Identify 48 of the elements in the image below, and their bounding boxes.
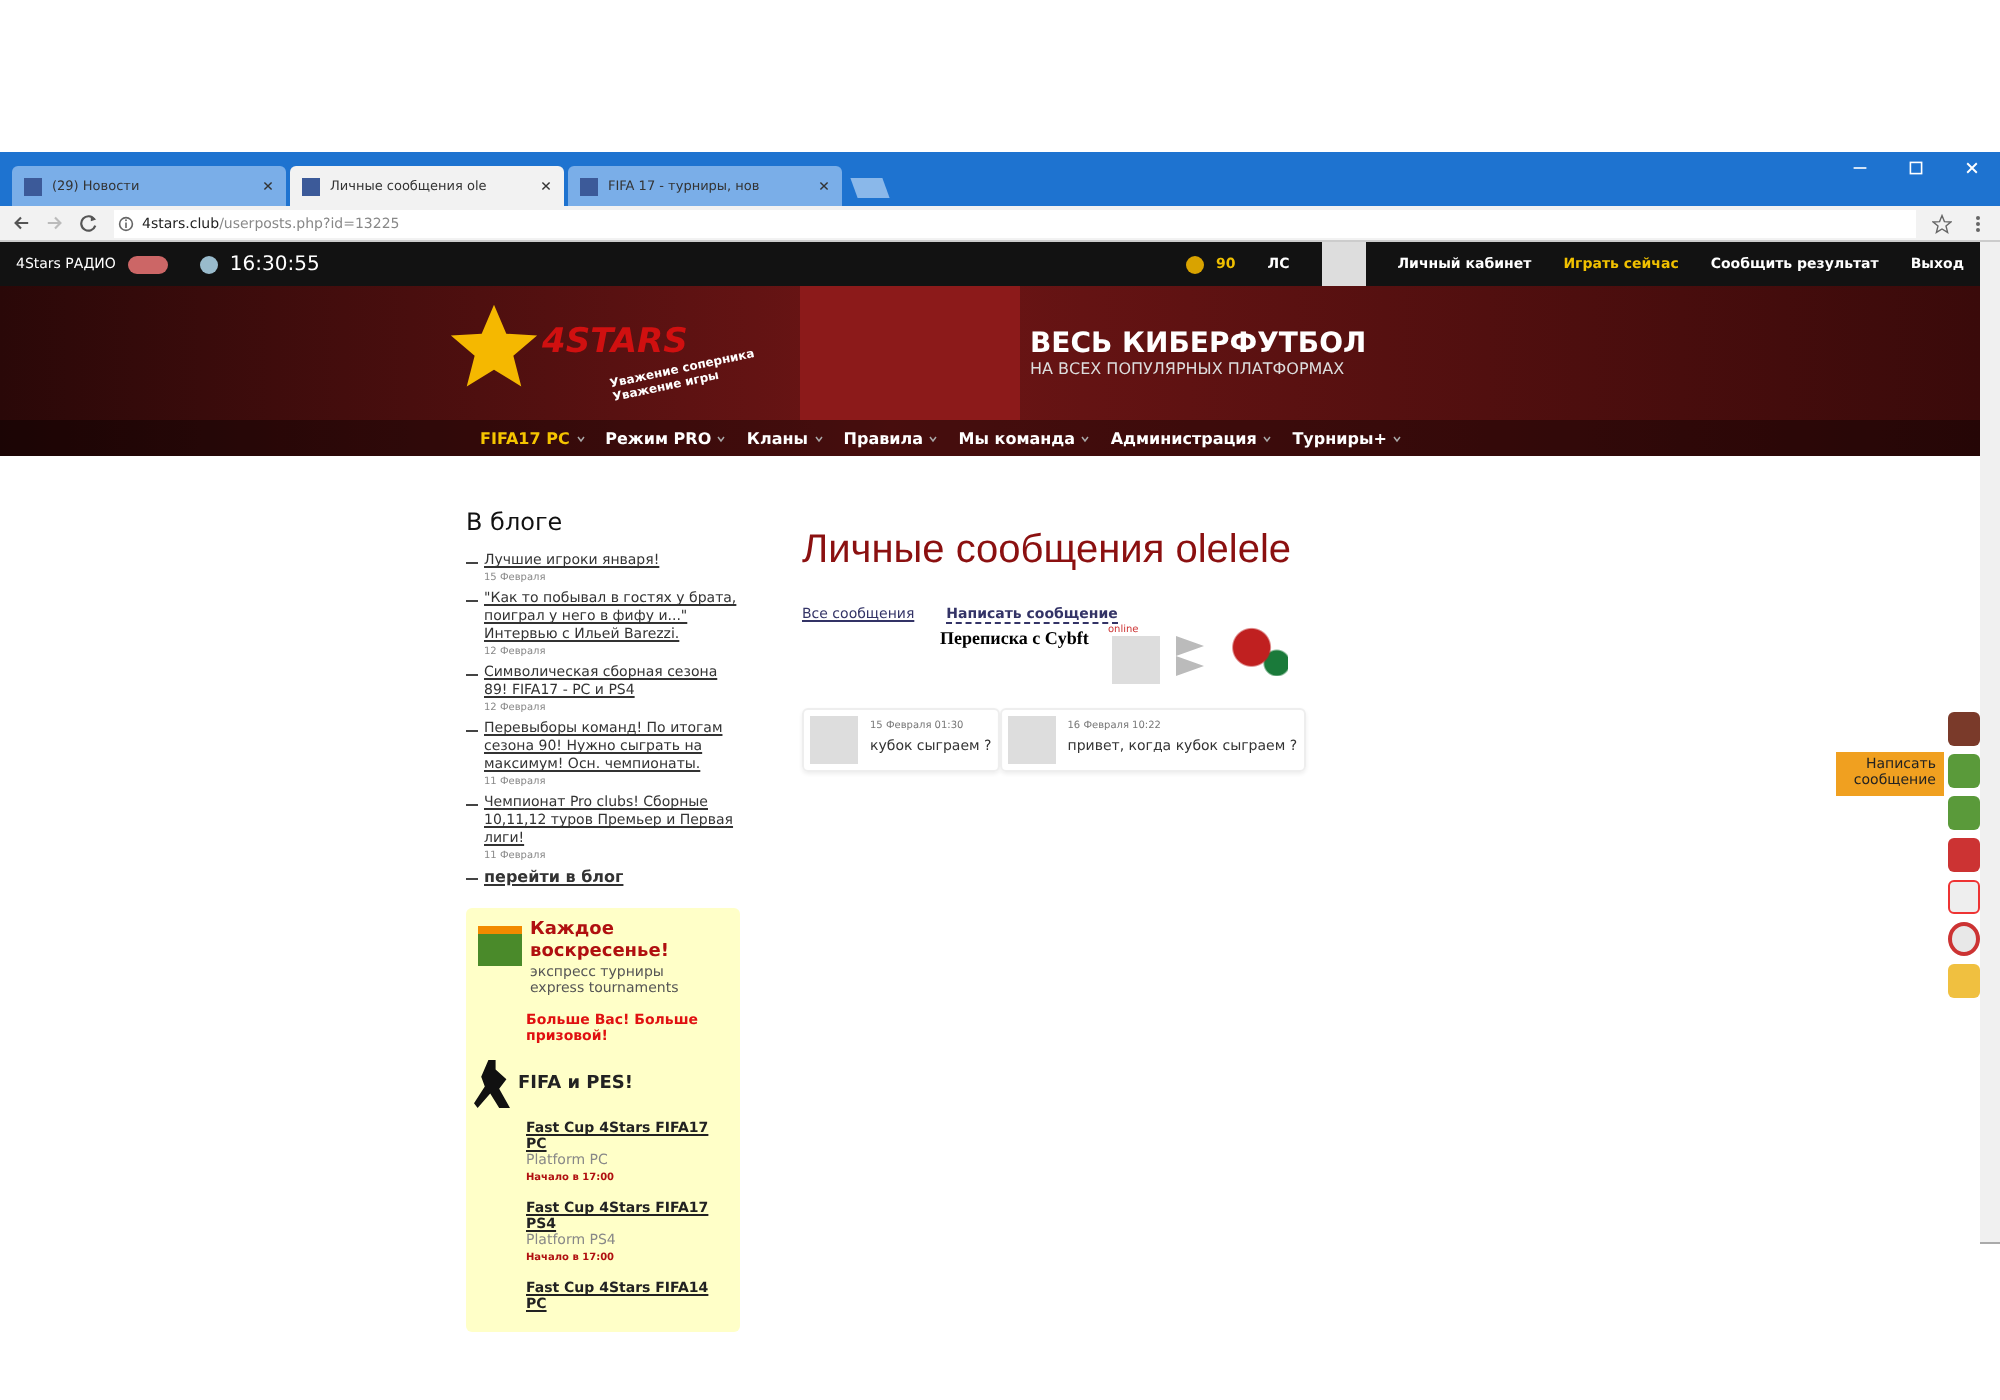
blog-heading: В блоге (466, 508, 565, 536)
promo-section-title: FIFA и PES! (518, 1074, 633, 1094)
close-icon[interactable] (818, 180, 830, 192)
dash-icon (466, 674, 478, 676)
coin-icon (1186, 255, 1205, 273)
dash-icon (466, 878, 478, 880)
blog-link[interactable]: перейти в блог (484, 868, 624, 886)
dash-icon (466, 804, 478, 806)
close-icon[interactable] (540, 180, 552, 192)
avatar-icon[interactable] (1321, 242, 1366, 286)
caret-icon (716, 433, 727, 444)
maximize-icon[interactable] (1908, 160, 1924, 176)
clock-time: 16:30:55 (229, 253, 320, 275)
scrollbar[interactable] (1980, 242, 2000, 1242)
nav-menu-item[interactable]: Турниры+ (1292, 429, 1403, 447)
logo-text: 4STARS (542, 321, 688, 361)
caret-icon (1080, 433, 1091, 444)
caret-icon (575, 433, 586, 444)
promo-heading: Каждое воскресенье! (530, 920, 671, 964)
nav-menu-item[interactable]: FIFA17 PC (480, 429, 586, 447)
caret-icon (928, 433, 939, 444)
avatar-icon (1007, 716, 1056, 764)
nav-menu-item[interactable]: Режим PRO (605, 429, 727, 447)
favicon-icon (24, 177, 42, 195)
dash-icon (466, 562, 478, 564)
caret-icon (1392, 433, 1403, 444)
close-icon[interactable] (262, 180, 274, 192)
nav-menu-item[interactable]: Мы команда (958, 429, 1091, 447)
nav-menu-item[interactable]: Администрация (1110, 429, 1273, 447)
swap-arrows-icon (1176, 636, 1204, 676)
nav-menu-item[interactable]: Правила (843, 429, 939, 447)
dash-icon (466, 730, 478, 732)
clock-icon (199, 255, 218, 273)
info-icon (118, 215, 134, 231)
favicon-icon (302, 177, 320, 195)
radio-player-icon[interactable] (127, 255, 168, 273)
dash-icon (466, 600, 478, 602)
conversation-title: Переписка с Cybft (940, 628, 1091, 648)
caret-icon (813, 433, 824, 444)
reload-icon[interactable] (80, 214, 98, 232)
nav-menu-item[interactable]: Кланы (746, 429, 824, 447)
banner-subline: НА ВСЕХ ПОПУЛЯРНЫХ ПЛАТФОРМАХ (1030, 360, 1347, 378)
favicon-icon (580, 177, 598, 195)
page-title: Личные сообщения olelele (802, 528, 1294, 574)
banner-headline: ВЕСЬ КИБЕРФУТБОЛ (1030, 328, 1367, 360)
caret-icon (1262, 433, 1273, 444)
avatar-icon (810, 716, 858, 764)
back-icon[interactable] (12, 214, 30, 232)
